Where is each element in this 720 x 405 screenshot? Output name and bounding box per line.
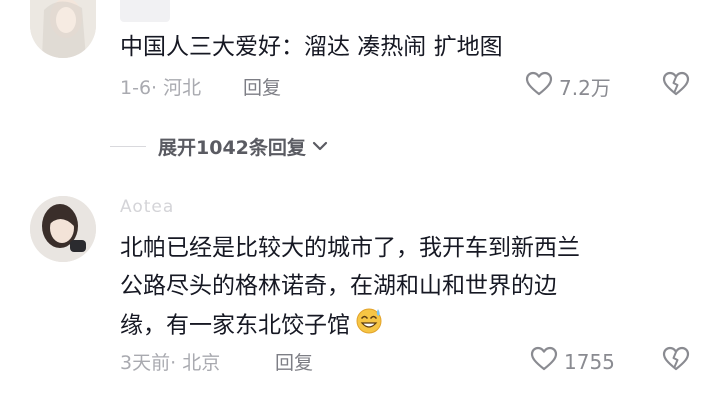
broken-heart-icon <box>662 71 690 101</box>
comment-2-text-line: 缘，有一家东北饺子馆 <box>120 305 580 347</box>
comment-1-like-button[interactable]: 7.2万 <box>525 71 611 102</box>
comment-2-text: 北帕已经是比较大的城市了，我开车到新西兰 公路尽头的格林诺奇，在湖和山和世界的边… <box>120 229 580 347</box>
expand-replies-label: 展开1042条回复 <box>158 137 306 159</box>
comment-1-date: 1-6 <box>120 77 152 99</box>
comment-2-text-line: 公路尽头的格林诺奇，在湖和山和世界的边 <box>120 273 557 299</box>
comment-2-reply-button[interactable]: 回复 <box>275 348 313 375</box>
expand-replies-button[interactable]: 展开1042条回复 <box>110 133 328 160</box>
comment-1-reply-button[interactable]: 回复 <box>243 73 281 100</box>
comment-2-dislike-button[interactable] <box>662 346 690 376</box>
comment-2-location: 北京 <box>182 352 221 374</box>
comment-1-like-count: 7.2万 <box>559 76 611 100</box>
comment-2-avatar[interactable] <box>30 196 96 262</box>
comment-1-location: 河北 <box>163 77 202 99</box>
broken-heart-icon <box>662 346 690 376</box>
sweat-smile-emoji <box>354 305 384 347</box>
comment-2-username[interactable]: Aotea <box>120 197 174 217</box>
meta-separator: · <box>170 352 183 374</box>
comment-1-dislike-button[interactable] <box>662 71 690 101</box>
heart-outline-icon <box>525 71 553 102</box>
comment-2-like-button[interactable]: 1755 <box>530 346 615 377</box>
comment-1-meta: 1-6· 河北 <box>120 73 201 100</box>
comment-1-text: 中国人三大爱好：溜达 凑热闹 扩地图 <box>120 34 503 60</box>
chevron-down-icon <box>312 137 328 156</box>
comment-2-date: 3天前 <box>120 352 171 374</box>
meta-separator: · <box>151 77 164 99</box>
expand-divider-line <box>110 146 146 147</box>
comment-2-like-count: 1755 <box>564 349 615 374</box>
comment-2-text-line: 北帕已经是比较大的城市了，我开车到新西兰 <box>120 235 580 261</box>
heart-outline-icon <box>530 346 558 377</box>
comment-2-meta: 3天前· 北京 <box>120 348 220 375</box>
faded-top-element <box>120 0 170 22</box>
comment-1-avatar[interactable] <box>30 0 96 58</box>
comment-2-text-line-content: 缘，有一家东北饺子馆 <box>120 312 350 339</box>
